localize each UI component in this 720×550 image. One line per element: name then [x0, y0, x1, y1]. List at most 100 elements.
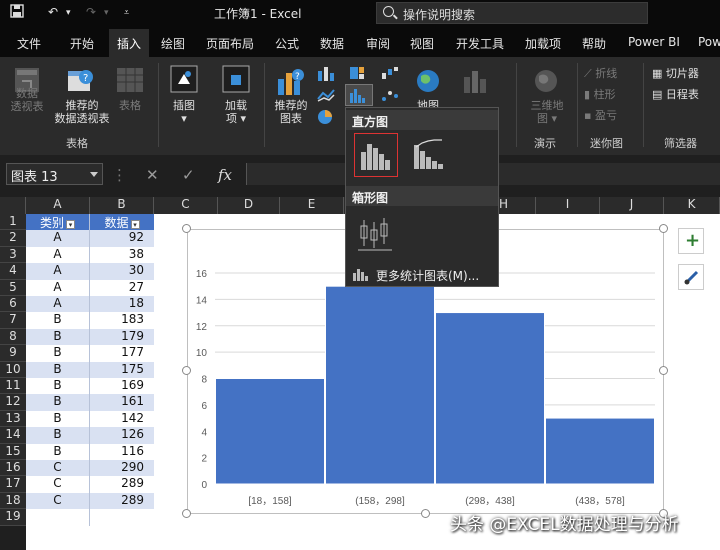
cancel-icon[interactable]: ✕ — [146, 166, 159, 184]
cell-category[interactable]: B — [26, 378, 90, 395]
row-header[interactable]: 6 — [0, 296, 26, 313]
tab-help[interactable]: 帮助 — [582, 35, 606, 52]
histogram-bar[interactable] — [435, 312, 545, 485]
column-header[interactable]: D — [218, 197, 280, 214]
illustrations-button[interactable]: 插图 ▾ — [166, 99, 202, 125]
cell-data[interactable]: 18 — [90, 296, 154, 313]
row-header[interactable]: 15 — [0, 443, 26, 460]
cell-category[interactable]: B — [26, 345, 90, 362]
tab-review[interactable]: 审阅 — [366, 35, 390, 52]
column-chart-icon[interactable] — [316, 65, 338, 85]
cell-category[interactable]: B — [26, 394, 90, 411]
filter-dropdown-icon[interactable]: ▾ — [130, 220, 140, 229]
waterfall-chart-icon[interactable] — [380, 65, 402, 85]
filter-dropdown-icon[interactable]: ▾ — [66, 220, 75, 229]
cell-category[interactable]: B — [26, 312, 90, 329]
statistic-chart-button[interactable] — [345, 84, 373, 106]
tab-developer[interactable]: 开发工具 — [456, 35, 504, 52]
save-icon[interactable] — [10, 4, 24, 21]
row-header[interactable]: 17 — [0, 476, 26, 493]
row-header[interactable]: 7 — [0, 312, 26, 329]
histogram-bar[interactable] — [215, 378, 325, 485]
row-header[interactable]: 13 — [0, 410, 26, 428]
name-box[interactable]: 图表 13 — [6, 163, 103, 185]
pareto-option[interactable] — [408, 133, 452, 177]
tab-insert[interactable]: 插入 — [109, 29, 150, 57]
cell-category[interactable]: A — [26, 279, 90, 296]
resize-handle[interactable] — [659, 366, 668, 375]
tab-power-bi[interactable]: Power BI — [628, 35, 680, 49]
cell-category[interactable]: B — [26, 410, 90, 428]
row-header[interactable]: 5 — [0, 279, 26, 296]
tab-addins[interactable]: 加载项 — [525, 35, 561, 52]
recommended-pivot-button[interactable]: 推荐的 数据透视表 — [50, 99, 114, 125]
tab-view[interactable]: 视图 — [410, 35, 434, 52]
search-box[interactable]: 操作说明搜索 — [376, 2, 648, 24]
tab-draw[interactable]: 绘图 — [161, 35, 185, 52]
recommended-charts-button[interactable]: 推荐的 图表 — [268, 99, 314, 125]
scatter-chart-icon[interactable] — [380, 87, 402, 107]
cell-data[interactable]: 169 — [90, 378, 154, 395]
column-header[interactable]: C — [154, 197, 218, 214]
cell-category[interactable]: A — [26, 263, 90, 280]
undo-icon[interactable]: ↶ — [48, 5, 58, 19]
column-header[interactable]: J — [600, 197, 664, 214]
resize-handle[interactable] — [659, 224, 668, 233]
histogram-bar[interactable] — [325, 285, 435, 485]
cell-category[interactable]: A — [26, 246, 90, 264]
select-all-corner[interactable] — [0, 197, 26, 214]
addins-button[interactable]: 加载项 ▾ — [218, 99, 254, 125]
row-header[interactable]: 3 — [0, 246, 26, 264]
column-header[interactable]: E — [280, 197, 344, 214]
tab-file[interactable]: 文件 — [17, 35, 41, 52]
cell-data[interactable]: 289 — [90, 476, 154, 493]
cell-category[interactable] — [26, 509, 90, 526]
row-header[interactable]: 8 — [0, 328, 26, 346]
cell-data[interactable]: 27 — [90, 279, 154, 296]
row-header[interactable]: 19 — [0, 509, 26, 526]
header-cell-category[interactable]: 类别 ▾ — [26, 214, 90, 231]
slicer-button[interactable]: ▦ 切片器 — [652, 67, 718, 80]
enter-icon[interactable]: ✓ — [182, 166, 195, 184]
cell-data[interactable]: 142 — [90, 410, 154, 428]
column-header[interactable]: I — [536, 197, 600, 214]
cell-category[interactable]: C — [26, 492, 90, 510]
resize-handle[interactable] — [182, 366, 191, 375]
pie-chart-icon[interactable] — [316, 109, 338, 129]
header-cell-data[interactable]: 数据 ▾ — [90, 214, 154, 231]
resize-handle[interactable] — [182, 224, 191, 233]
hierarchy-chart-icon[interactable] — [348, 65, 370, 85]
cell-data[interactable]: 183 — [90, 312, 154, 329]
insert-function-icon[interactable]: fx — [218, 166, 232, 184]
cell-data[interactable]: 38 — [90, 246, 154, 264]
row-header[interactable]: 9 — [0, 345, 26, 362]
customize-toolbar-icon[interactable]: ⩡ — [124, 8, 129, 18]
cell-data[interactable]: 92 — [90, 230, 154, 247]
tab-power-pivot[interactable]: Pow — [698, 35, 720, 49]
row-header[interactable]: 12 — [0, 394, 26, 411]
cell-category[interactable]: B — [26, 427, 90, 444]
histogram-option[interactable] — [354, 133, 398, 177]
cell-data[interactable]: 290 — [90, 460, 154, 477]
cell-data[interactable]: 161 — [90, 394, 154, 411]
tab-home[interactable]: 开始 — [70, 35, 94, 52]
column-header[interactable]: K — [664, 197, 720, 214]
tab-page-layout[interactable]: 页面布局 — [206, 35, 254, 52]
cell-category[interactable]: A — [26, 230, 90, 247]
row-header[interactable]: 10 — [0, 361, 26, 378]
cell-category[interactable]: A — [26, 296, 90, 313]
row-header[interactable]: 16 — [0, 460, 26, 477]
timeline-button[interactable]: ▤ 日程表 — [652, 88, 718, 101]
resize-handle[interactable] — [421, 509, 430, 518]
cell-category[interactable]: C — [26, 476, 90, 493]
undo-dropdown-icon[interactable]: ▾ — [66, 8, 71, 18]
cell-data[interactable] — [90, 509, 154, 526]
cell-category[interactable]: C — [26, 460, 90, 477]
row-header[interactable]: 11 — [0, 378, 26, 395]
cell-data[interactable]: 116 — [90, 443, 154, 460]
box-whisker-option[interactable] — [354, 212, 398, 256]
cell-data[interactable]: 177 — [90, 345, 154, 362]
resize-handle[interactable] — [182, 509, 191, 518]
cell-category[interactable]: B — [26, 328, 90, 346]
column-header[interactable]: B — [90, 197, 154, 214]
